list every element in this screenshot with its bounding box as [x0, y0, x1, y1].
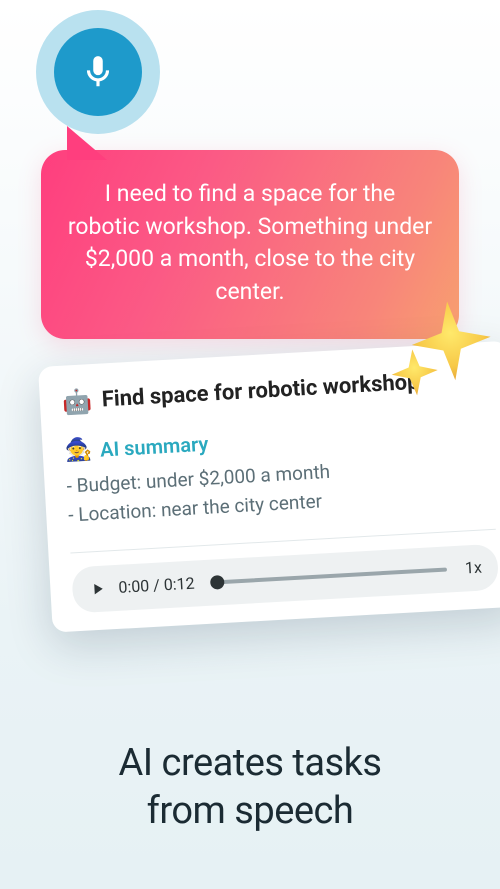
ai-summary-lines: Budget: under $2,000 a month Location: n…: [66, 448, 495, 531]
seek-slider[interactable]: [212, 567, 447, 584]
ai-summary-block: 🧙 AI summary Budget: under $2,000 a mont…: [64, 415, 494, 531]
wizard-icon: 🧙: [64, 437, 93, 463]
tagline: AI creates tasks from speech: [0, 740, 500, 835]
speed-button[interactable]: 1x: [464, 558, 482, 578]
robot-icon: 🤖: [61, 389, 92, 415]
voice-record-button[interactable]: [36, 10, 160, 134]
ai-summary-label: AI summary: [99, 431, 208, 461]
sparkle-icon: [379, 291, 500, 412]
speech-text: I need to find a space for the robotic w…: [68, 180, 432, 305]
total-time: 0:12: [163, 574, 195, 595]
player-time: 0:00 / 0:12: [118, 574, 195, 597]
tagline-line-2: from speech: [0, 788, 500, 836]
play-button[interactable]: [88, 579, 107, 598]
tagline-line-1: AI creates tasks: [0, 740, 500, 788]
current-time: 0:00: [118, 577, 150, 598]
task-title: Find space for robotic workshop: [101, 370, 420, 413]
audio-player: 0:00 / 0:12 1x: [71, 544, 499, 614]
mic-icon: [54, 28, 142, 116]
